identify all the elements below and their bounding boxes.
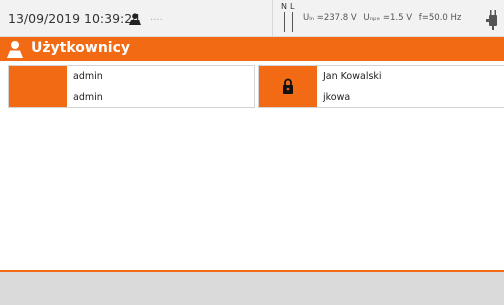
bottom-bar [0, 272, 504, 305]
status-bar: 13/09/2019 10:39:24 .... N L Uₗₙ =237.8 … [0, 0, 504, 37]
status-divider [272, 0, 273, 36]
l-line [292, 12, 293, 32]
page-title: Użytkownicy [31, 40, 131, 56]
user-name: admin [73, 71, 103, 82]
title-bar: Użytkownicy [0, 37, 504, 61]
measurements: Uₗₙ =237.8 V Uₙₚₑ =1.5 V f=50.0 Hz [303, 13, 465, 23]
frequency-value: f=50.0 Hz [418, 13, 462, 23]
user-name: Jan Kowalski [323, 71, 382, 82]
l-label: L [290, 2, 295, 11]
user-icon [129, 13, 141, 25]
status-ellipsis: .... [150, 12, 163, 23]
user-status-indicator [9, 66, 67, 107]
user-card-admin[interactable]: admin admin [8, 65, 255, 108]
user-status-indicator [259, 66, 317, 107]
unpe-value: Uₙₚₑ =1.5 V [363, 13, 413, 23]
n-label: N [281, 2, 287, 11]
lock-icon [283, 78, 293, 94]
phase-indicator: N L [281, 2, 295, 32]
user-card-jan-kowalski[interactable]: Jan Kowalski jkowa [258, 65, 504, 108]
n-line [284, 12, 285, 32]
user-login: admin [73, 92, 103, 103]
uln-value: Uₗₙ =237.8 V [303, 13, 357, 23]
user-login: jkowa [323, 92, 351, 103]
plug-icon [486, 10, 497, 30]
user-icon [7, 41, 23, 58]
datetime: 13/09/2019 10:39:24 [8, 11, 141, 26]
